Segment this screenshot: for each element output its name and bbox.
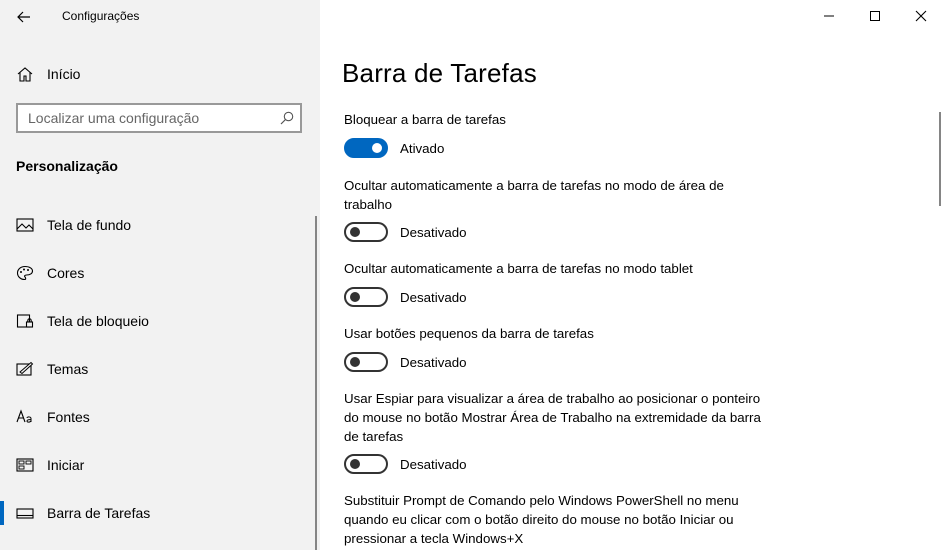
setting-description: Usar botões pequenos da barra de tarefas (344, 326, 594, 341)
sidebar-item-label: Iniciar (47, 457, 85, 473)
close-button[interactable] (898, 0, 944, 32)
picture-icon (16, 218, 34, 232)
section-title: Personalização (16, 158, 118, 174)
sidebar-item-tela-de-fundo[interactable]: Tela de fundo (0, 205, 316, 245)
sidebar-item-iniciar[interactable]: Iniciar (0, 445, 316, 485)
setting-description-line: do mouse no botão Mostrar Área de Trabal… (344, 410, 761, 425)
back-arrow-icon (17, 11, 30, 23)
autohide-desktop-toggle[interactable] (344, 222, 388, 242)
sidebar-item-temas[interactable]: Temas (0, 349, 316, 389)
palette-icon (16, 265, 34, 281)
maximize-button[interactable] (852, 0, 898, 32)
toggle-state-label: Desativado (400, 456, 467, 472)
lock-taskbar-toggle[interactable] (344, 138, 388, 158)
sidebar-item-label: Cores (47, 265, 85, 281)
sidebar-item-label: Temas (47, 361, 89, 377)
fonts-icon (16, 409, 32, 423)
home-label: Início (47, 66, 81, 82)
start-icon (16, 458, 34, 472)
toggle-row: Desativado (344, 454, 467, 474)
sidebar-item-label: Tela de bloqueio (47, 313, 149, 329)
search-box (16, 103, 302, 133)
setting-description: Ocultar automaticamente a barra de taref… (344, 261, 693, 276)
setting-description-line: trabalho (344, 197, 393, 212)
sidebar-item-cores[interactable]: Cores (0, 253, 316, 293)
minimize-button[interactable] (806, 0, 852, 32)
themes-icon (16, 361, 34, 376)
search-input[interactable] (18, 105, 278, 131)
sidebar-item-label: Tela de fundo (47, 217, 132, 233)
maximize-icon (870, 11, 880, 21)
setting-ocultar-tablet: Ocultar automaticamente a barra de taref… (344, 259, 794, 278)
main-scrollbar[interactable] (939, 112, 941, 206)
toggle-knob (350, 357, 360, 367)
sidebar-item-tela-de-bloqueio[interactable]: Tela de bloqueio (0, 301, 316, 341)
close-icon (915, 10, 927, 22)
toggle-row: Desativado (344, 222, 467, 242)
selected-indicator (0, 501, 4, 525)
setting-description-line: Usar Espiar para visualizar a área de tr… (344, 391, 761, 406)
search-icon[interactable] (280, 111, 294, 125)
toggle-state-label: Desativado (400, 354, 467, 370)
setting-description-line: pressionar a tecla Windows+X (344, 531, 524, 546)
setting-botoes-pequenos: Usar botões pequenos da barra de tarefas (344, 324, 794, 343)
page-title: Barra de Tarefas (342, 58, 537, 88)
sidebar-item-fontes[interactable]: Fontes (0, 397, 316, 437)
sidebar-item-label: Barra de Tarefas (47, 505, 151, 521)
app-title: Configurações (62, 9, 140, 23)
setting-description-line: Ocultar automaticamente a barra de taref… (344, 178, 724, 193)
setting-powershell: Substituir Prompt de Comando pelo Window… (344, 491, 804, 548)
setting-description: Bloquear a barra de tarefas (344, 112, 506, 127)
toggle-row: Desativado (344, 352, 467, 372)
toggle-row: Desativado (344, 287, 467, 307)
peek-toggle[interactable] (344, 454, 388, 474)
toggle-knob (350, 227, 360, 237)
sidebar-item-label: Fontes (47, 409, 90, 425)
home-nav-item[interactable]: Início (0, 58, 320, 90)
toggle-knob (350, 459, 360, 469)
setting-ocultar-area-trabalho: Ocultar automaticamente a barra de taref… (344, 176, 794, 214)
taskbar-icon (16, 508, 34, 519)
setting-description-line: Substituir Prompt de Comando pelo Window… (344, 493, 739, 508)
small-buttons-toggle[interactable] (344, 352, 388, 372)
setting-bloquear-barra: Bloquear a barra de tarefas (344, 110, 794, 129)
toggle-state-label: Desativado (400, 224, 467, 240)
setting-description-line: quando eu clicar com o botão direito do … (344, 512, 734, 527)
toggle-state-label: Desativado (400, 289, 467, 305)
minimize-icon (824, 15, 834, 17)
toggle-row: Ativado (344, 138, 444, 158)
autohide-tablet-toggle[interactable] (344, 287, 388, 307)
back-button[interactable] (8, 4, 40, 30)
setting-espiar: Usar Espiar para visualizar a área de tr… (344, 389, 804, 446)
lock-screen-icon (16, 314, 34, 328)
sidebar-item-barra-de-tarefas[interactable]: Barra de Tarefas (0, 493, 316, 533)
sidebar: Configurações Início Personalização Tela… (0, 0, 320, 550)
toggle-knob (350, 292, 360, 302)
setting-description-line: de tarefas (344, 429, 404, 444)
toggle-knob (372, 143, 382, 153)
sidebar-scrollbar[interactable] (315, 216, 317, 550)
main-content: Barra de Tarefas Bloquear a barra de tar… (320, 0, 944, 550)
toggle-state-label: Ativado (400, 140, 445, 156)
home-icon (17, 67, 33, 82)
